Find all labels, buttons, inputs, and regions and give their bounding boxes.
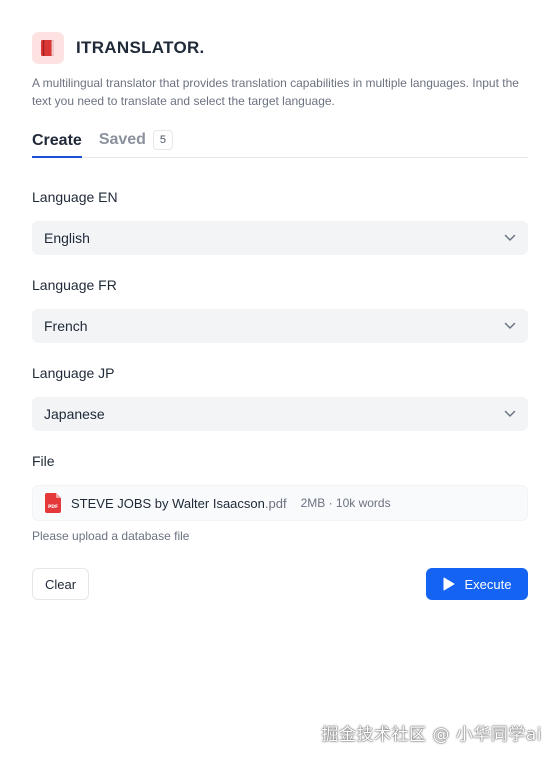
language-fr-label: Language FR [32,277,117,293]
app-title: ITRANSLATOR. [76,38,205,57]
file-name: STEVE JOBS by Walter Isaacson [71,495,265,511]
language-fr-field: Language FR French [32,275,528,343]
file-label: File [32,453,55,469]
language-fr-select[interactable]: French [32,309,528,343]
file-field: File PDF STEVE JOBS by Walter Isaacson .… [32,451,528,543]
language-jp-value: Japanese [44,406,105,422]
pdf-file-icon: PDF [45,493,61,513]
play-icon [443,577,454,591]
language-en-select[interactable]: English [32,221,528,255]
execute-label: Execute [464,576,512,592]
translator-app: ITRANSLATOR. A multilingual translator t… [32,32,528,600]
saved-count-badge: 5 [152,130,173,150]
tab-create[interactable]: Create [32,132,82,158]
language-jp-label: Language JP [32,365,115,381]
tab-saved[interactable]: Saved 5 [99,130,173,157]
language-jp-field: Language JP Japanese [32,363,528,431]
clear-button[interactable]: Clear [32,568,90,600]
chevron-down-icon [504,410,516,418]
language-en-value: English [44,230,90,246]
chevron-down-icon [504,234,516,242]
tab-bar: Create Saved 5 [32,128,528,158]
file-hint: Please upload a database file [32,529,190,543]
language-jp-select[interactable]: Japanese [32,397,528,431]
file-upload[interactable]: PDF STEVE JOBS by Walter Isaacson .pdf 2… [32,485,528,521]
language-fr-value: French [44,318,88,334]
language-en-field: Language EN English [32,187,528,255]
app-description: A multilingual translator that provides … [32,76,519,108]
language-en-label: Language EN [32,189,118,205]
app-header: ITRANSLATOR. [32,32,528,64]
tab-create-label: Create [32,132,82,149]
watermark: 掘金技术社区 @ 小华同学ai [321,725,542,745]
tab-saved-label: Saved [98,131,146,148]
book-icon [32,32,64,64]
chevron-down-icon [504,322,516,330]
action-bar: Clear Execute [32,568,528,600]
file-extension: .pdf [264,495,287,511]
file-meta: 2MB · 10k words [300,496,391,510]
execute-button[interactable]: Execute [426,568,528,600]
svg-text:PDF: PDF [48,504,58,510]
